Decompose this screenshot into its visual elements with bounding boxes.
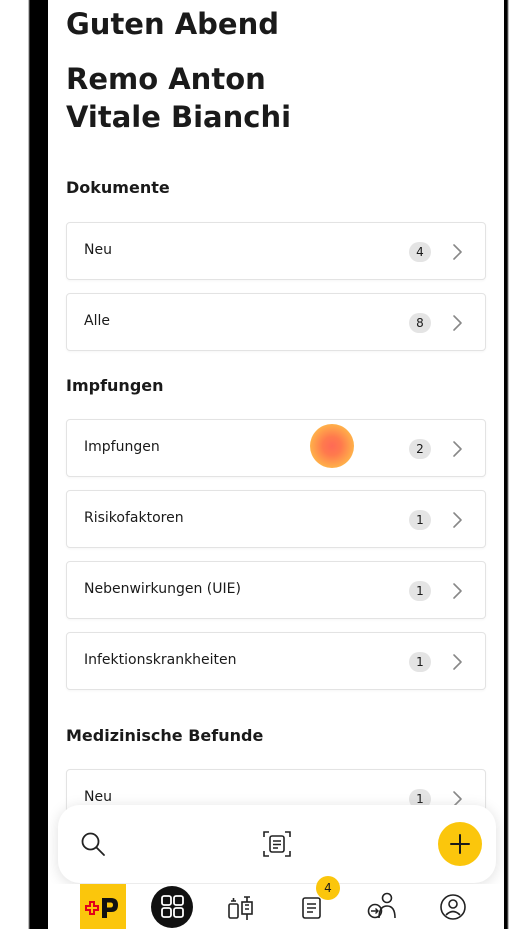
count-badge: 1 xyxy=(409,652,431,672)
row-risikofaktoren[interactable]: Risikofaktoren 1 xyxy=(66,490,486,548)
count-badge: 4 xyxy=(409,242,431,262)
add-button[interactable] xyxy=(438,822,482,866)
section-title-dokumente: Dokumente xyxy=(66,178,170,197)
action-bar xyxy=(58,805,496,883)
user-name: Remo Anton Vitale Bianchi xyxy=(66,60,291,136)
row-dokumente-alle[interactable]: Alle 8 xyxy=(66,293,486,351)
chevron-right-icon xyxy=(453,654,462,670)
row-label: Risikofaktoren xyxy=(84,510,184,526)
count-badge: 8 xyxy=(409,313,431,333)
greeting-title: Guten Abend xyxy=(66,7,279,41)
row-label: Alle xyxy=(84,313,110,329)
row-label: Nebenwirkungen (UIE) xyxy=(84,581,241,597)
user-name-line-1: Remo Anton xyxy=(66,62,266,96)
touch-indicator xyxy=(310,424,354,468)
count-badge: 1 xyxy=(409,581,431,601)
user-name-line-2: Vitale Bianchi xyxy=(66,100,292,134)
chevron-right-icon xyxy=(453,583,462,599)
bottom-tab-bar: 4 xyxy=(48,876,504,929)
row-dokumente-neu[interactable]: Neu 4 xyxy=(66,222,486,280)
row-impfungen[interactable]: Impfungen 2 xyxy=(66,419,486,477)
app-screen: Guten Abend Remo Anton Vitale Bianchi Do… xyxy=(48,0,504,929)
device-bezel-left xyxy=(0,0,48,929)
row-label: Infektionskrankheiten xyxy=(84,652,237,668)
chevron-right-icon xyxy=(453,512,462,528)
row-nebenwirkungen[interactable]: Nebenwirkungen (UIE) 1 xyxy=(66,561,486,619)
swiss-post-logo-icon[interactable] xyxy=(80,884,126,929)
device-bezel-right xyxy=(504,0,518,929)
count-badge: 2 xyxy=(409,439,431,459)
row-infektionskrankheiten[interactable]: Infektionskrankheiten 1 xyxy=(66,632,486,690)
profile-icon[interactable] xyxy=(438,884,468,929)
documents-badge: 4 xyxy=(316,876,340,900)
dashboard-icon[interactable] xyxy=(149,884,195,929)
chevron-right-icon xyxy=(453,441,462,457)
row-label: Impfungen xyxy=(84,439,160,455)
plus-icon xyxy=(450,834,470,854)
scan-document-icon[interactable] xyxy=(262,829,292,859)
search-icon[interactable] xyxy=(80,831,106,857)
sharing-icon[interactable] xyxy=(366,884,398,929)
section-title-befunde: Medizinische Befunde xyxy=(66,726,264,745)
count-badge: 1 xyxy=(409,510,431,530)
row-label: Neu xyxy=(84,242,112,258)
section-title-impfungen: Impfungen xyxy=(66,376,164,395)
vaccination-icon[interactable] xyxy=(226,884,256,929)
chevron-right-icon xyxy=(453,244,462,260)
chevron-right-icon xyxy=(453,315,462,331)
